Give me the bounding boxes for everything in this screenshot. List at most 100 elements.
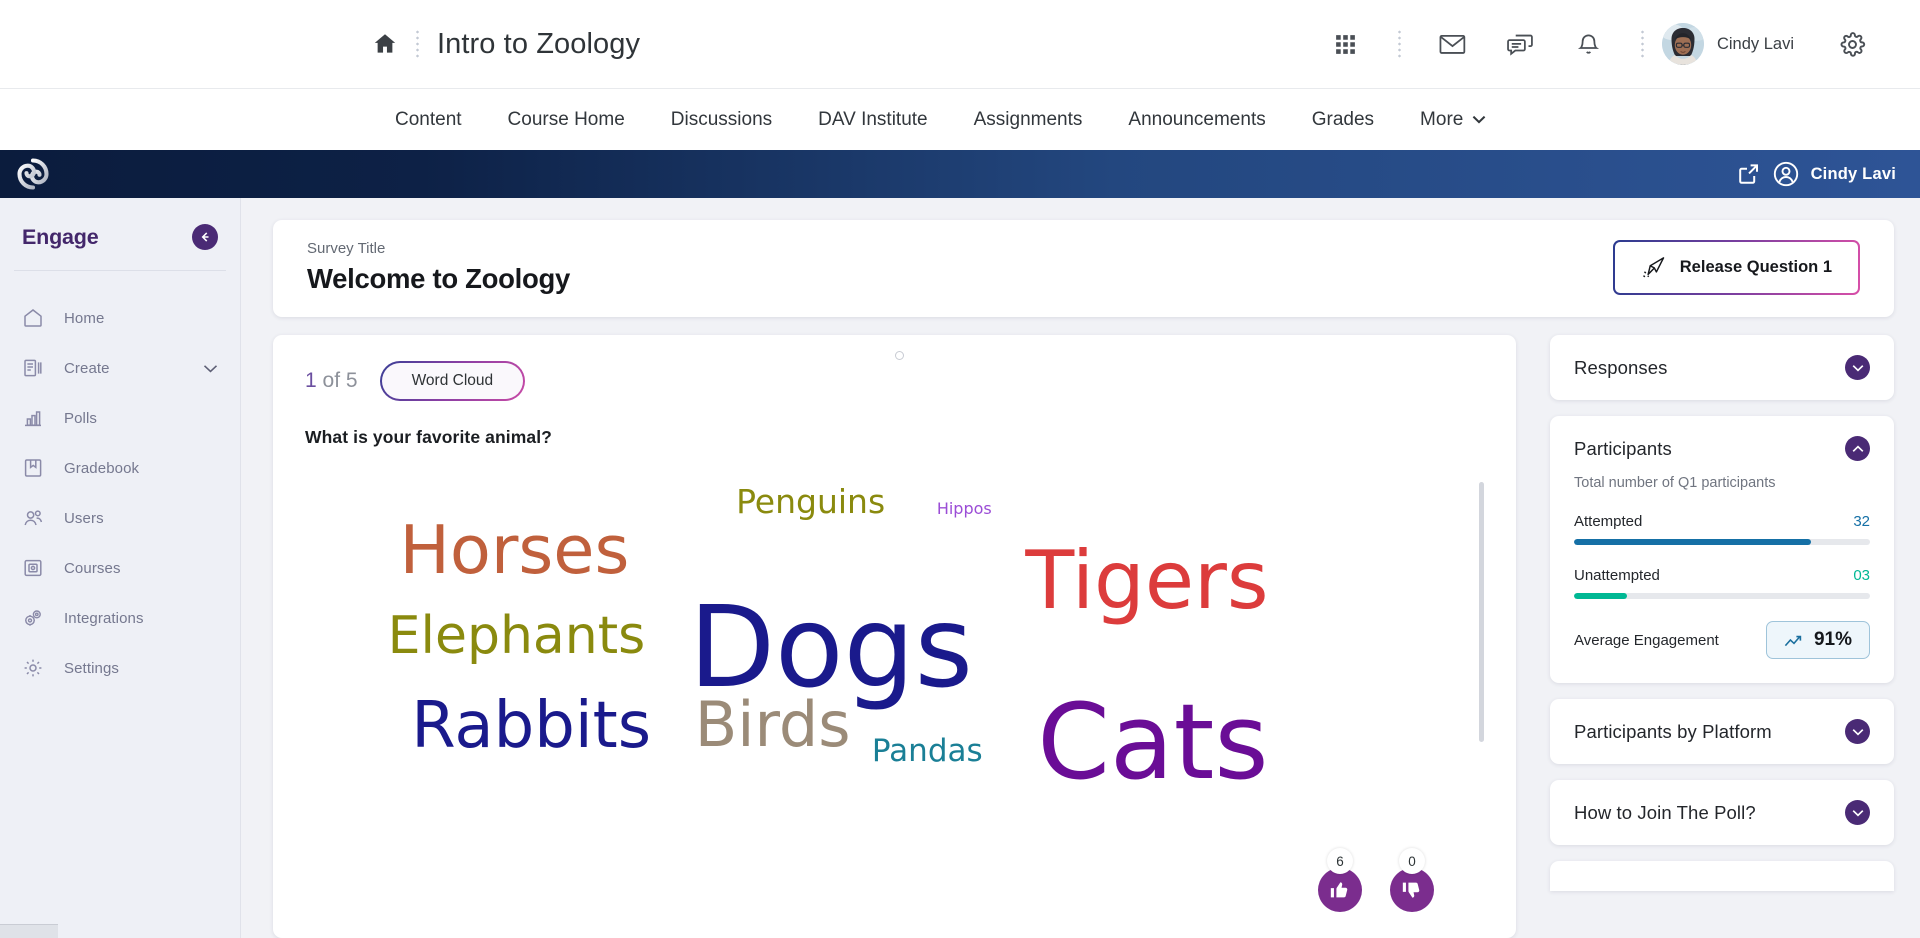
- home-icon[interactable]: [372, 31, 398, 57]
- sidebar-item-settings-label: Settings: [64, 659, 119, 677]
- engage-app-bar: Cindy Lavi: [0, 150, 1920, 198]
- thumbs-down-count: 0: [1399, 848, 1425, 874]
- sidebar-item-create-label: Create: [64, 359, 110, 377]
- chat-bubbles-icon[interactable]: [1498, 21, 1544, 67]
- word-cloud-word: Rabbits: [411, 689, 652, 764]
- survey-title-label: Survey Title: [307, 240, 386, 257]
- stat-label-unattempted: Unattempted: [1574, 567, 1660, 584]
- question-column: 1 of 5 Word Cloud What is your favorite …: [273, 335, 1516, 938]
- gear-icon: [22, 657, 44, 679]
- user-circle-icon[interactable]: [1773, 161, 1799, 187]
- nav-item-discussions[interactable]: Discussions: [648, 109, 795, 131]
- avatar[interactable]: [1661, 23, 1704, 65]
- sidebar-item-courses-label: Courses: [64, 559, 121, 577]
- accordion-participants-header[interactable]: Participants: [1550, 416, 1894, 481]
- engagement-badge: 91%: [1765, 621, 1870, 659]
- sidebar-header: Engage: [0, 214, 240, 260]
- survey-title-card: Survey Title Welcome to Zoology Release …: [273, 220, 1894, 317]
- engage-bar-right: Cindy Lavi: [1737, 161, 1896, 187]
- accordion-participants-body: Total number of Q1 participants Attempte…: [1550, 475, 1894, 683]
- gear-icon[interactable]: [1829, 21, 1875, 67]
- stat-value-attempted: 32: [1853, 513, 1870, 530]
- accordion-platform-title: Participants by Platform: [1574, 720, 1772, 742]
- sidebar: Engage Home Create Polls Gradebook Users…: [0, 198, 241, 938]
- card-drag-dot[interactable]: [894, 351, 904, 360]
- courses-frame-icon: [22, 557, 44, 579]
- sidebar-collapse-button[interactable]: [192, 224, 218, 250]
- user-name[interactable]: Cindy Lavi: [1717, 35, 1794, 54]
- engage-user-name[interactable]: Cindy Lavi: [1811, 165, 1896, 184]
- question-text: What is your favorite animal?: [305, 427, 552, 447]
- sidebar-title: Engage: [22, 224, 99, 249]
- sidebar-item-integrations[interactable]: Integrations: [0, 593, 240, 643]
- nav-item-content[interactable]: Content: [372, 109, 485, 131]
- word-cloud-word: Hippos: [936, 498, 992, 518]
- sidebar-item-home-label: Home: [64, 309, 105, 327]
- thumbs-up-icon: [1330, 882, 1348, 898]
- users-icon: [22, 507, 44, 529]
- lms-header-left: Intro to Zoology: [372, 28, 640, 61]
- sidebar-item-polls-label: Polls: [64, 409, 98, 427]
- nav-item-announcements[interactable]: Announcements: [1105, 109, 1288, 131]
- stat-row-attempted: Attempted 32: [1574, 513, 1870, 530]
- accordion-responses-header[interactable]: Responses: [1550, 335, 1894, 400]
- nav-item-dav-institute[interactable]: DAV Institute: [795, 109, 950, 131]
- question-card: 1 of 5 Word Cloud What is your favorite …: [273, 335, 1516, 938]
- word-cloud-word: Birds: [694, 688, 851, 762]
- release-question-label: Release Question 1: [1679, 258, 1832, 276]
- sidebar-item-courses[interactable]: Courses: [0, 543, 240, 593]
- right-rail: Responses Participants Total number of Q…: [1550, 335, 1894, 938]
- survey-title-block: Survey Title Welcome to Zoology: [307, 240, 570, 295]
- question-index: 1: [305, 369, 317, 392]
- thumbs-up-button[interactable]: 6: [1318, 848, 1362, 912]
- sidebar-item-gradebook[interactable]: Gradebook: [0, 443, 240, 493]
- word-cloud-scrollbar[interactable]: [1479, 482, 1484, 742]
- course-nav: Content Course Home Discussions DAV Inst…: [0, 88, 1920, 150]
- word-cloud-word: Pandas: [871, 733, 983, 770]
- thumbs-down-button[interactable]: 0: [1390, 848, 1434, 912]
- progress-bar-attempted: [1574, 539, 1870, 545]
- external-link-icon[interactable]: [1737, 162, 1761, 186]
- sidebar-item-settings[interactable]: Settings: [0, 643, 240, 693]
- sidebar-item-polls[interactable]: Polls: [0, 393, 240, 443]
- question-type-pill[interactable]: Word Cloud: [380, 361, 526, 401]
- accordion-next-stub: [1550, 861, 1894, 891]
- progress-fill-attempted: [1574, 539, 1811, 545]
- question-total: of 5: [322, 369, 358, 392]
- page-title: Intro to Zoology: [437, 27, 641, 60]
- accordion-join-title: How to Join The Poll?: [1574, 801, 1756, 823]
- chevron-down-icon[interactable]: [1845, 355, 1870, 380]
- accordion-platform-header[interactable]: Participants by Platform: [1550, 699, 1894, 764]
- bar-chart-icon: [22, 407, 44, 429]
- word-cloud: Dogs Cats Tigers Horses Rabbits Birds Elephant…: [305, 452, 1486, 918]
- sidebar-item-home[interactable]: Home: [0, 293, 240, 343]
- thumbs-down-icon: [1402, 882, 1420, 898]
- gears-icon: [22, 607, 44, 629]
- chevron-down-icon[interactable]: [1845, 800, 1870, 825]
- envelope-icon[interactable]: [1430, 21, 1476, 67]
- nav-item-grades[interactable]: Grades: [1289, 109, 1397, 131]
- chevron-down-icon[interactable]: [1845, 719, 1870, 744]
- bell-icon[interactable]: [1566, 21, 1612, 67]
- accordion-join-header[interactable]: How to Join The Poll?: [1550, 780, 1894, 845]
- chevron-down-icon[interactable]: [203, 364, 218, 373]
- word-cloud-wrap: Dogs Cats Tigers Horses Rabbits Birds Elephant…: [305, 452, 1486, 918]
- nav-item-more[interactable]: More: [1397, 109, 1509, 131]
- word-cloud-word: Dogs: [688, 582, 974, 713]
- waffle-grid-icon[interactable]: [1323, 21, 1369, 67]
- main-content: Survey Title Welcome to Zoology Release …: [241, 198, 1920, 938]
- sidebar-item-gradebook-label: Gradebook: [64, 459, 140, 477]
- nav-item-course-home[interactable]: Course Home: [485, 109, 648, 131]
- engagement-value: 91%: [1813, 629, 1852, 650]
- sidebar-item-users-label: Users: [64, 509, 104, 527]
- create-document-icon: [22, 357, 44, 379]
- release-question-button[interactable]: Release Question 1: [1613, 240, 1860, 295]
- word-cloud-word: Horses: [399, 511, 630, 590]
- chevron-up-icon[interactable]: [1845, 436, 1870, 461]
- nav-item-assignments[interactable]: Assignments: [951, 109, 1106, 131]
- participants-subtitle: Total number of Q1 participants: [1574, 475, 1776, 491]
- header-divider: [416, 29, 419, 59]
- sidebar-item-create[interactable]: Create: [0, 343, 240, 393]
- engage-swirl-logo: [16, 157, 50, 191]
- sidebar-item-users[interactable]: Users: [0, 493, 240, 543]
